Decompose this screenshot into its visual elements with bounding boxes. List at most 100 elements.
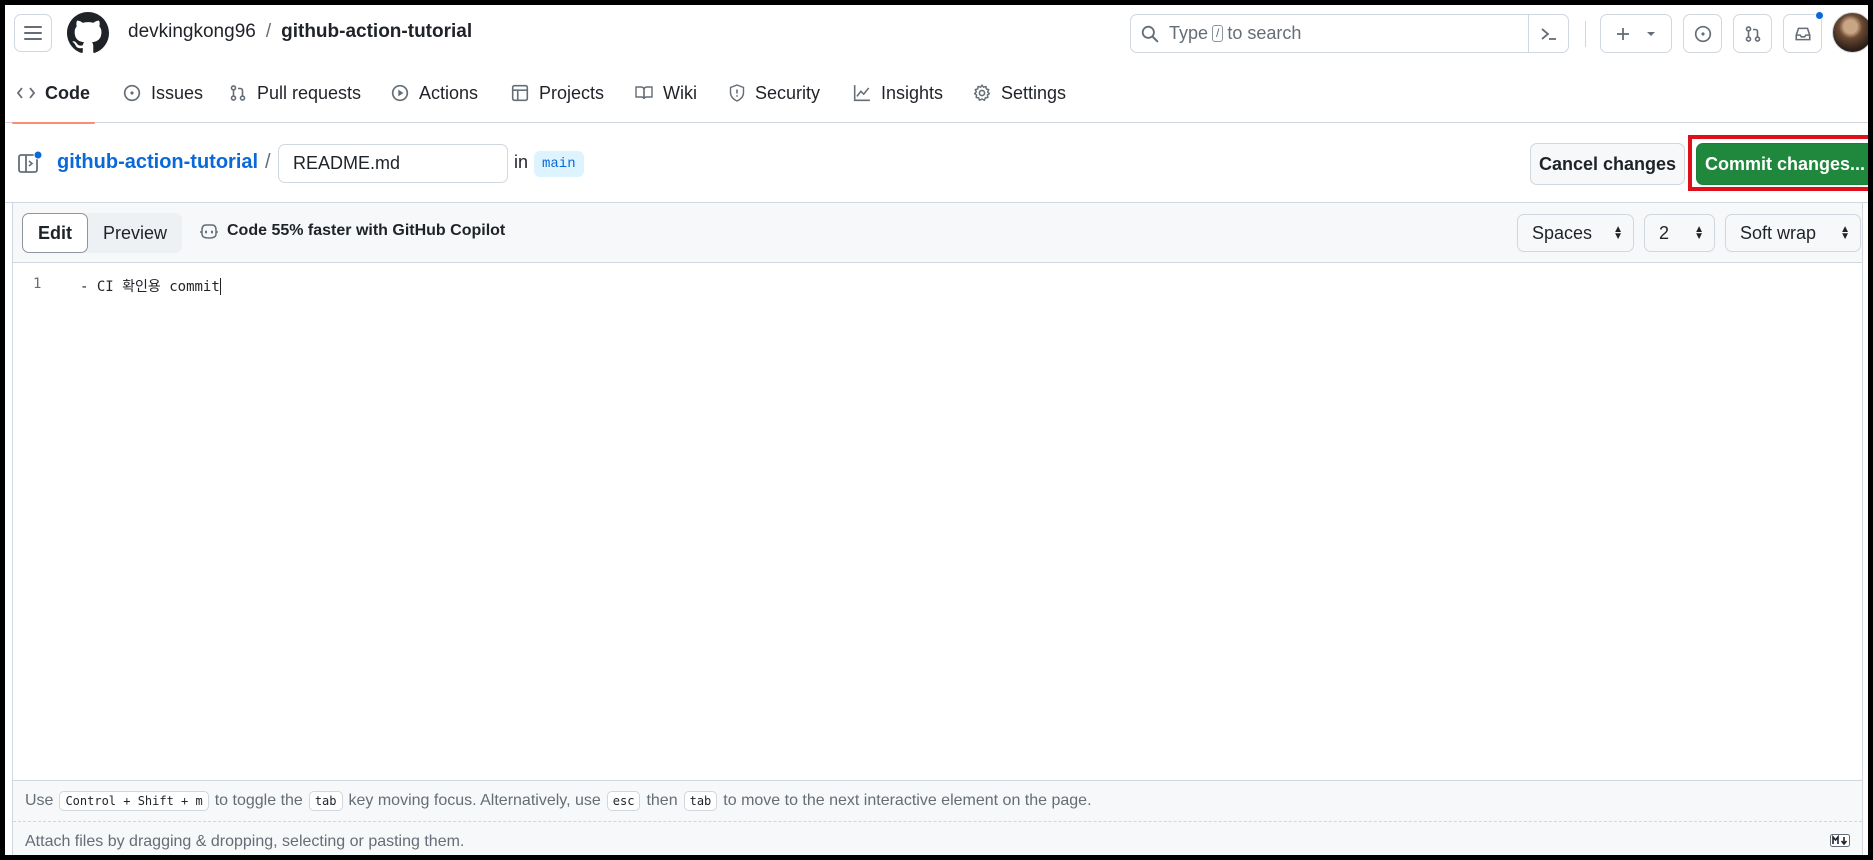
inbox-icon <box>1794 27 1811 40</box>
tab-label: Pull requests <box>257 82 362 103</box>
tab-security[interactable]: Security <box>729 63 820 123</box>
inbox-button[interactable] <box>1783 11 1824 53</box>
sidebar-expand-icon <box>18 150 43 173</box>
tab-label: Issues <box>151 82 204 103</box>
hint-text: key moving focus. Alternatively, use <box>348 792 601 809</box>
tab-label: Code <box>45 82 90 103</box>
copilot-promo[interactable]: Code 55% faster with GitHub Copilot <box>199 222 505 240</box>
hint-text: then <box>646 792 678 809</box>
file-name-input[interactable] <box>278 144 508 183</box>
pull-request-icon <box>230 85 246 101</box>
tab-edit[interactable]: Edit <box>22 213 88 253</box>
tab-code[interactable]: Code <box>12 63 95 124</box>
text-cursor <box>219 278 221 295</box>
indent-size-select[interactable]: 2 ▲ ▼ <box>1644 214 1715 252</box>
indent-size-value: 2 <box>1659 222 1670 243</box>
plus-icon <box>1617 27 1629 40</box>
issue-opened-icon <box>1694 25 1711 42</box>
tab-issues[interactable]: Issues <box>123 63 203 123</box>
hint-text: Use <box>25 792 54 809</box>
commit-highlight-box: Commit changes... <box>1688 135 1868 191</box>
editor-toolbar: Edit Preview Code 55% faster with GitHub… <box>13 203 1862 263</box>
shield-icon <box>729 84 745 102</box>
create-new-button[interactable] <box>1600 14 1672 53</box>
attach-files-area[interactable]: Attach files by dragging & dropping, sel… <box>13 822 1862 855</box>
file-path-bar: github-action-tutorial / in main Cancel … <box>5 123 1868 203</box>
tab-label: Projects <box>539 82 605 103</box>
search-placeholder-prefix: Type <box>1169 23 1209 43</box>
hint-key: Control + Shift + m <box>59 791 209 811</box>
pull-requests-button[interactable] <box>1733 14 1772 53</box>
editor-container: Edit Preview Code 55% faster with GitHub… <box>12 203 1863 855</box>
copilot-icon <box>200 224 218 239</box>
owner-link[interactable]: devkingkong96 <box>128 21 256 43</box>
search-icon <box>1141 25 1159 42</box>
play-icon <box>391 84 409 102</box>
repo-link[interactable]: github-action-tutorial <box>281 21 472 43</box>
tab-settings[interactable]: Settings <box>973 63 1066 123</box>
select-arrows-icon: ▲ ▼ <box>1613 224 1623 242</box>
header-divider <box>1585 21 1586 47</box>
tab-label: Actions <box>419 82 479 103</box>
tab-projects[interactable]: Projects <box>511 63 604 123</box>
browser-frame: devkingkong96 / github-action-tutorial T… <box>0 0 1873 860</box>
global-header: devkingkong96 / github-action-tutorial T… <box>5 5 1868 63</box>
menu-button[interactable] <box>14 14 52 52</box>
code-icon <box>17 87 35 99</box>
wrap-mode-select[interactable]: Soft wrap ▲ ▼ <box>1725 214 1861 252</box>
cancel-changes-button[interactable]: Cancel changes <box>1530 143 1685 185</box>
tab-actions[interactable]: Actions <box>391 63 478 123</box>
code-line[interactable]: - CI 확인용 commit <box>80 276 221 296</box>
copilot-promo-text: Code 55% faster with GitHub Copilot <box>227 222 506 239</box>
search-input[interactable]: Type / to search <box>1130 14 1569 53</box>
tab-label: Security <box>755 82 821 103</box>
tab-label: Insights <box>881 82 944 103</box>
github-logo-icon[interactable] <box>67 12 109 54</box>
issues-button[interactable] <box>1683 14 1722 53</box>
search-placeholder-suffix: to search <box>1227 23 1302 43</box>
graph-icon <box>853 85 870 102</box>
tab-label: Settings <box>1001 82 1067 103</box>
hamburger-icon <box>24 26 42 40</box>
table-icon <box>511 84 529 102</box>
select-arrows-icon: ▲ ▼ <box>1694 224 1704 242</box>
markdown-icon[interactable] <box>1830 834 1850 847</box>
in-label: in <box>514 152 529 172</box>
gear-icon <box>973 84 991 101</box>
repo-breadcrumb: devkingkong96 / github-action-tutorial <box>128 21 472 43</box>
code-line-text: - CI 확인용 commit <box>80 279 220 295</box>
git-pull-request-icon <box>1745 25 1760 42</box>
keyboard-hint: Use Control + Shift + m to toggle the ta… <box>13 780 1862 822</box>
attach-text: Attach files by dragging & dropping, sel… <box>25 833 465 850</box>
tab-preview[interactable]: Preview <box>88 213 182 253</box>
tab-wiki[interactable]: Wiki <box>635 63 697 123</box>
hint-key: tab <box>683 791 718 811</box>
issue-icon <box>123 84 141 102</box>
commit-changes-button[interactable]: Commit changes... <box>1696 143 1868 185</box>
breadcrumb-separator: / <box>265 21 272 42</box>
repo-path-link[interactable]: github-action-tutorial <box>57 151 258 174</box>
tab-pull-requests[interactable]: Pull requests <box>229 63 361 123</box>
wrap-mode-value: Soft wrap <box>1740 222 1817 243</box>
notification-dot <box>1815 11 1824 20</box>
indent-mode-select[interactable]: Spaces ▲ ▼ <box>1517 214 1634 252</box>
book-icon <box>635 86 653 100</box>
triangle-down-icon <box>1647 31 1655 36</box>
indent-mode-value: Spaces <box>1532 222 1593 243</box>
tab-label: Wiki <box>663 82 697 103</box>
code-editor[interactable]: 1 - CI 확인용 commit <box>13 263 1862 780</box>
repo-nav: Code Issues Pull requests Actions Projec… <box>5 63 1868 124</box>
branch-badge: main <box>534 151 584 177</box>
search-shortcut-key: / <box>1212 25 1224 42</box>
user-avatar[interactable] <box>1832 12 1868 53</box>
hint-key: esc <box>606 791 641 811</box>
hint-text: to toggle the <box>214 792 303 809</box>
path-separator: / <box>265 151 271 173</box>
command-palette-button[interactable] <box>1528 15 1568 52</box>
tab-insights[interactable]: Insights <box>853 63 943 123</box>
terminal-icon <box>1540 27 1556 40</box>
hint-text: to move to the next interactive element … <box>723 792 1092 809</box>
hint-key: tab <box>308 791 343 811</box>
file-tree-toggle[interactable] <box>17 150 43 176</box>
select-arrows-icon: ▲ ▼ <box>1840 224 1850 242</box>
